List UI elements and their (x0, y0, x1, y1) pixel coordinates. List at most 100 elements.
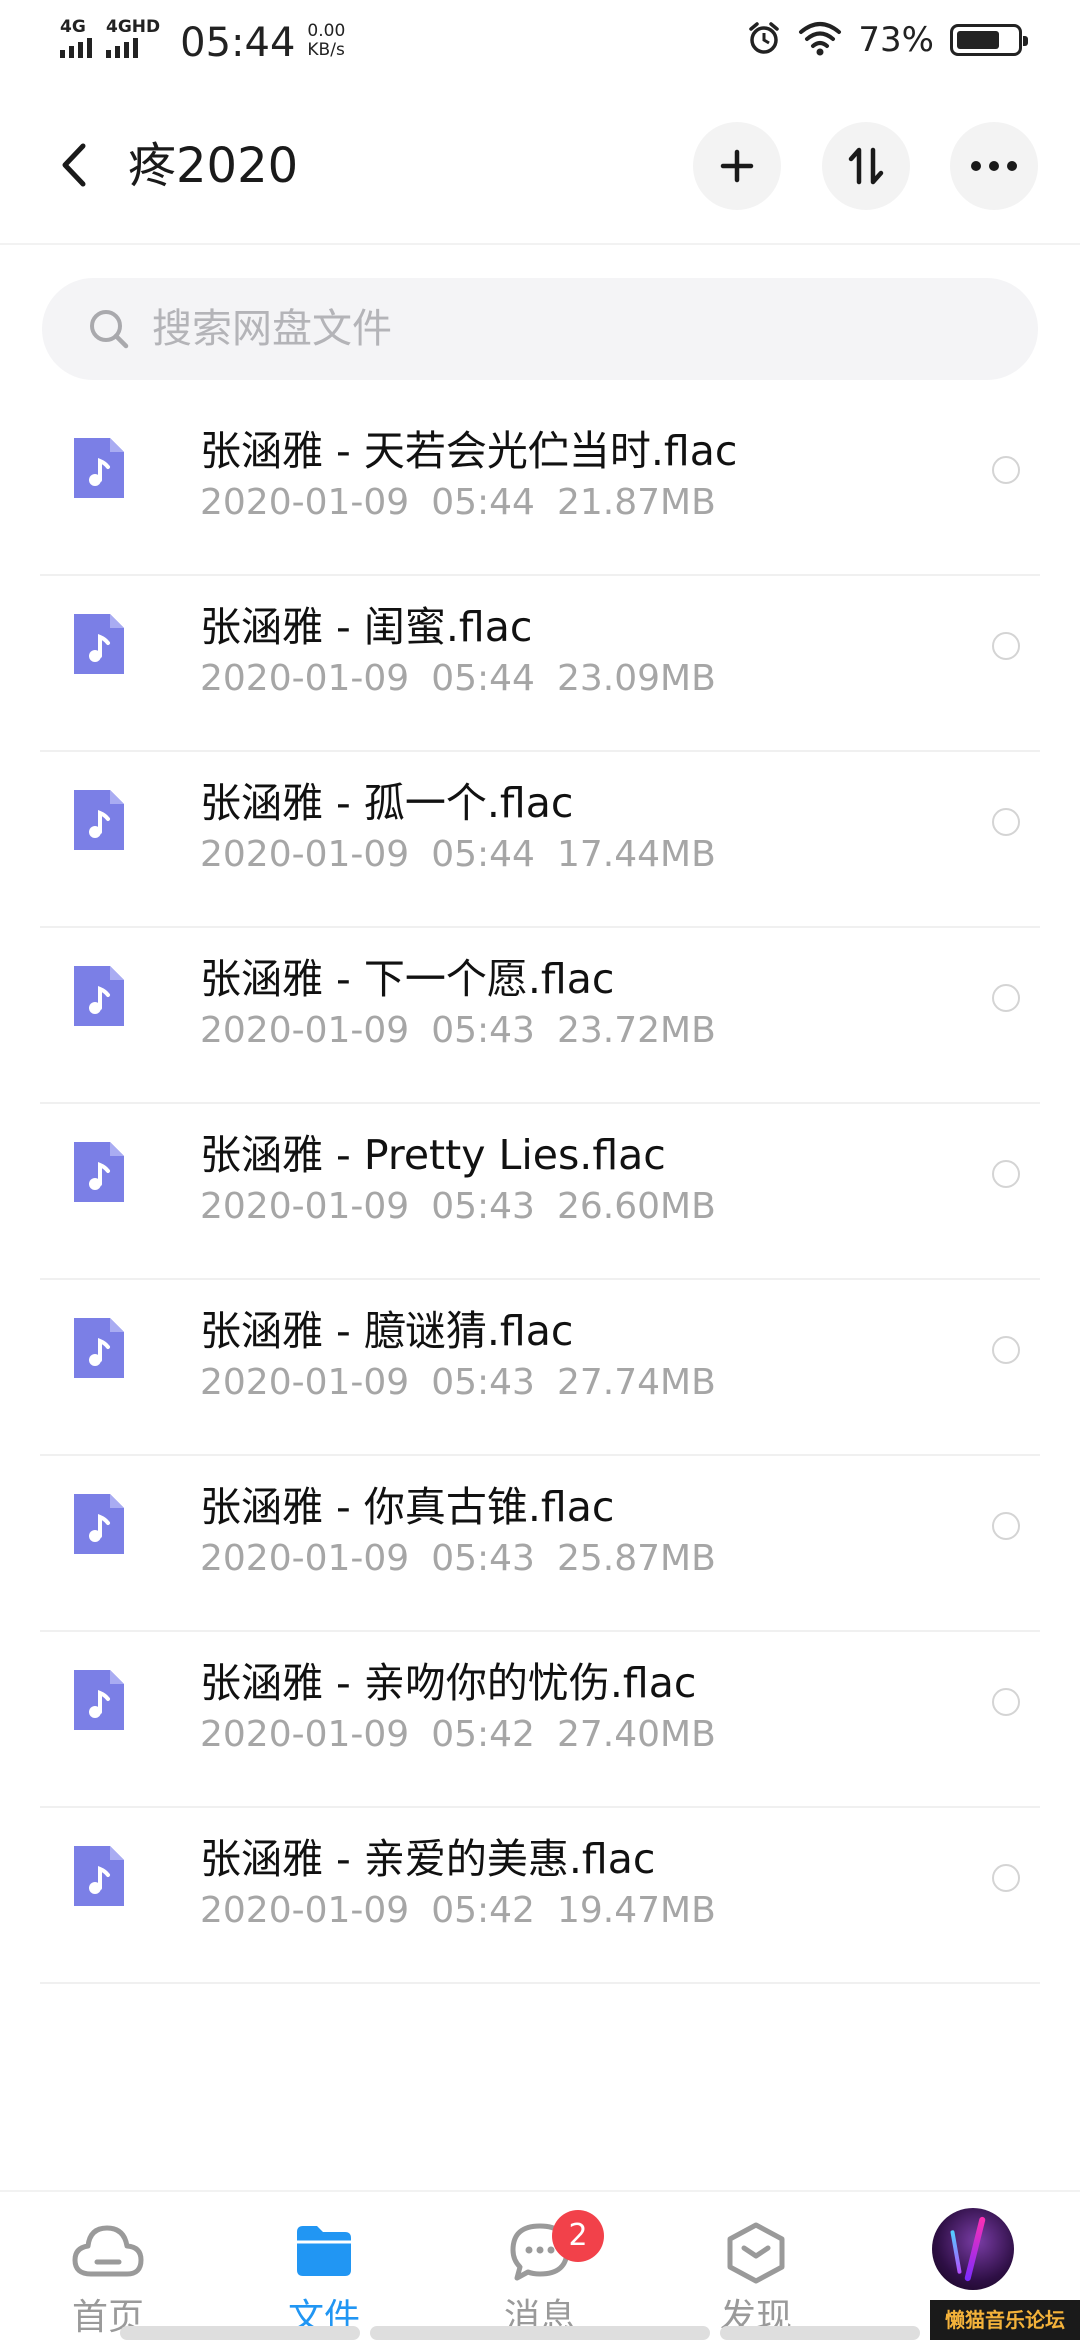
file-row[interactable]: 张涵雅 - 天若会光伫当时.flac 2020-01-09 05:44 21.87MB (40, 400, 1040, 576)
folder-icon (297, 2226, 351, 2276)
search-input[interactable] (152, 306, 932, 352)
file-size: 19.47MB (556, 1890, 716, 1931)
forum-watermark: 懒猫音乐论坛 (930, 2300, 1080, 2340)
file-name: 张涵雅 - 臆谜猜.flac (200, 1307, 574, 1355)
file-row[interactable]: 张涵雅 - 你真古锥.flac 2020-01-09 05:43 25.87MB (40, 1456, 1040, 1632)
file-name: 张涵雅 - Pretty Lies.flac (200, 1131, 666, 1179)
music-file-icon (74, 1494, 124, 1554)
battery-icon (950, 24, 1028, 56)
signal-bars-icon (106, 38, 138, 58)
gesture-bar (720, 2326, 920, 2340)
sort-icon (848, 147, 884, 185)
file-row[interactable]: 张涵雅 - Pretty Lies.flac 2020-01-09 05:43 26.… (40, 1104, 1040, 1280)
music-file-icon (74, 966, 124, 1026)
select-checkbox[interactable] (992, 984, 1020, 1012)
search-icon (86, 306, 132, 352)
sort-button[interactable] (822, 122, 910, 210)
add-button[interactable] (693, 122, 781, 210)
file-meta: 2020-01-09 05:44 21.87MB (200, 480, 738, 526)
file-date: 2020-01-09 (200, 1538, 410, 1579)
file-date: 2020-01-09 (200, 1010, 410, 1051)
nav-files[interactable]: 文件 (244, 2222, 404, 2340)
file-row[interactable]: 张涵雅 - 下一个愿.flac 2020-01-09 05:43 23.72MB (40, 928, 1040, 1104)
chevron-left-icon (62, 143, 86, 187)
file-size: 17.44MB (556, 834, 716, 875)
file-row[interactable]: 张涵雅 - 闺蜜.flac 2020-01-09 05:44 23.09MB (40, 576, 1040, 752)
file-name: 张涵雅 - 下一个愿.flac (200, 955, 615, 1003)
file-size: 21.87MB (556, 482, 716, 523)
select-checkbox[interactable] (992, 1512, 1020, 1540)
file-meta: 2020-01-09 05:43 23.72MB (200, 1008, 738, 1054)
file-name: 张涵雅 - 天若会光伫当时.flac (200, 427, 738, 475)
music-file-icon (74, 614, 124, 674)
plus-icon (720, 149, 754, 183)
file-name: 张涵雅 - 你真古锥.flac (200, 1483, 615, 1531)
search-bar[interactable] (42, 278, 1038, 380)
avatar[interactable] (932, 2208, 1014, 2290)
music-file-icon (74, 1846, 124, 1906)
file-date: 2020-01-09 (200, 1714, 410, 1755)
file-meta: 2020-01-09 05:43 25.87MB (200, 1536, 738, 1582)
nav-home[interactable]: 首页 (28, 2222, 188, 2340)
file-meta: 2020-01-09 05:42 19.47MB (200, 1888, 738, 1934)
select-checkbox[interactable] (992, 1160, 1020, 1188)
file-size: 27.40MB (556, 1714, 716, 1755)
file-meta: 2020-01-09 05:43 27.74MB (200, 1360, 738, 1406)
file-date: 2020-01-09 (200, 1186, 410, 1227)
more-icon (971, 161, 1017, 171)
status-bar: 4G 4GHD 05:44 0.00 KB/s 73% (0, 0, 1080, 90)
music-file-icon (74, 1670, 124, 1730)
signal-1: 4G (60, 18, 92, 58)
file-time: 05:44 (431, 482, 535, 523)
bottom-nav: 首页 文件 2 消息 发现 (0, 2190, 1080, 2340)
file-size: 25.87MB (556, 1538, 716, 1579)
file-row[interactable]: 张涵雅 - 臆谜猜.flac 2020-01-09 05:43 27.74MB (40, 1280, 1040, 1456)
music-file-icon (74, 790, 124, 850)
select-checkbox[interactable] (992, 632, 1020, 660)
file-size: 27.74MB (556, 1362, 716, 1403)
select-checkbox[interactable] (992, 1864, 1020, 1892)
file-meta: 2020-01-09 05:43 26.60MB (200, 1184, 738, 1230)
file-row[interactable]: 张涵雅 - 亲吻你的忧伤.flac 2020-01-09 05:42 27.40MB (40, 1632, 1040, 1808)
alarm-icon (746, 20, 782, 60)
file-row[interactable]: 张涵雅 - 孤一个.flac 2020-01-09 05:44 17.44MB (40, 752, 1040, 928)
file-name: 张涵雅 - 孤一个.flac (200, 779, 574, 827)
nav-discover[interactable]: 发现 (676, 2222, 836, 2340)
file-time: 05:43 (431, 1186, 535, 1227)
select-checkbox[interactable] (992, 1336, 1020, 1364)
file-meta: 2020-01-09 05:44 17.44MB (200, 832, 738, 878)
file-meta: 2020-01-09 05:42 27.40MB (200, 1712, 738, 1758)
speed-unit: KB/s (307, 40, 345, 60)
file-date: 2020-01-09 (200, 482, 410, 523)
signal-1-label: 4G (60, 17, 86, 37)
music-file-icon (74, 1318, 124, 1378)
network-speed: 0.00 KB/s (307, 22, 345, 60)
file-time: 05:42 (431, 1714, 535, 1755)
more-button[interactable] (950, 122, 1038, 210)
back-button[interactable] (44, 130, 104, 200)
file-time: 05:43 (431, 1538, 535, 1579)
file-time: 05:43 (431, 1362, 535, 1403)
speed-value: 0.00 (307, 21, 346, 41)
file-size: 23.72MB (556, 1010, 716, 1051)
file-date: 2020-01-09 (200, 1890, 410, 1931)
select-checkbox[interactable] (992, 808, 1020, 836)
select-checkbox[interactable] (992, 1688, 1020, 1716)
music-file-icon (74, 1142, 124, 1202)
file-time: 05:42 (431, 1890, 535, 1931)
file-row[interactable]: 张涵雅 - 亲爱的美惠.flac 2020-01-09 05:42 19.47MB (40, 1808, 1040, 1984)
cloud-icon (72, 2225, 144, 2277)
header-bar: 疼2020 (0, 100, 1080, 245)
message-count-badge: 2 (552, 2210, 604, 2262)
gesture-bar (370, 2326, 710, 2340)
file-date: 2020-01-09 (200, 1362, 410, 1403)
page-title: 疼2020 (128, 138, 299, 194)
battery-level (957, 31, 999, 49)
nav-messages[interactable]: 2 消息 (460, 2210, 620, 2340)
signal-2-label: 4GHD (106, 17, 161, 37)
select-checkbox[interactable] (992, 456, 1020, 484)
file-size: 23.09MB (556, 658, 716, 699)
file-list: 张涵雅 - 天若会光伫当时.flac 2020-01-09 05:44 21.87MB… (40, 400, 1040, 1984)
signal-bars-icon (60, 38, 92, 58)
signal-2: 4GHD (106, 18, 160, 58)
